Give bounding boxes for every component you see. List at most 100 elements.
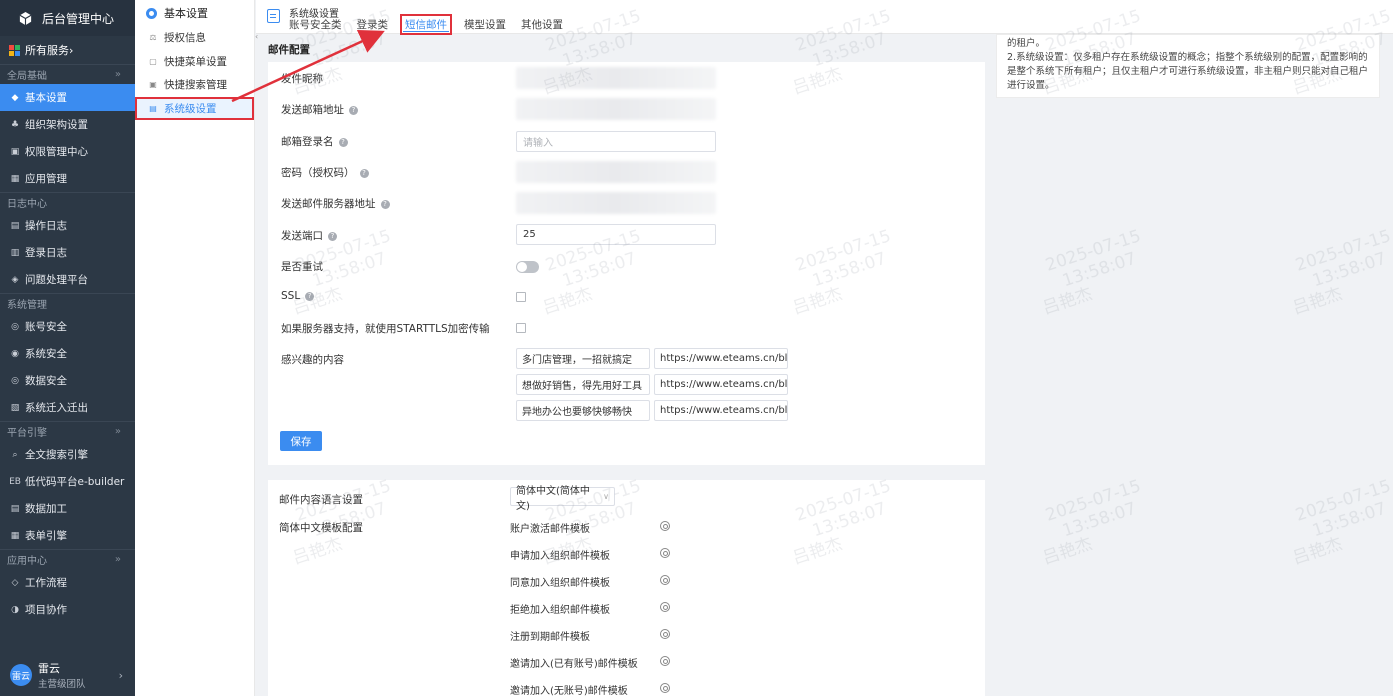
nickname-input-redacted[interactable] (516, 67, 716, 89)
language-setting-label: 邮件内容语言设置 (279, 494, 363, 506)
help-icon[interactable]: ? (305, 291, 315, 301)
help-icon[interactable]: ? (338, 137, 348, 147)
sidebar-item[interactable]: ▧ 系统迁入迁出 (0, 394, 135, 421)
watermark-date: 2025-07-15 (1043, 476, 1144, 526)
watermark-date: 2025-07-15 (1293, 226, 1393, 276)
interest-title-input[interactable]: 想做好销售，得先用好工具 (516, 374, 650, 395)
help-line: 的租户。 (1007, 38, 1046, 49)
help-icon[interactable]: ? (359, 168, 369, 178)
sidebar-item-label: 全文搜索引擎 (25, 449, 88, 461)
sidebar-item[interactable]: ◎ 账号安全 (0, 313, 135, 340)
help-icon[interactable]: ? (328, 231, 337, 241)
sidebar-item-label: 系统安全 (25, 348, 67, 360)
log-icon: ▤ (10, 220, 20, 231)
gear-icon[interactable] (660, 548, 670, 558)
language-select[interactable]: 简体中文(简体中文) ∨ (510, 486, 615, 512)
sidebar-item-label: 数据安全 (25, 375, 67, 387)
submenu-item[interactable]: ⚖ 授权信息 (135, 26, 254, 50)
sidebar-item[interactable]: ▤ 数据加工 (0, 495, 135, 522)
interest-title-input[interactable]: 多门店管理，一招就搞定 (516, 348, 650, 369)
sidebar-item[interactable]: ▥ 登录日志 (0, 239, 135, 266)
sidebar-item[interactable]: ◈ 问题处理平台 (0, 266, 135, 293)
from-address-input-redacted[interactable] (516, 98, 716, 120)
sidebar-item[interactable]: ◑ 项目协作 (0, 596, 135, 623)
all-services-menu[interactable]: 所有服务 › (0, 36, 135, 64)
ssl-checkbox[interactable] (516, 292, 526, 302)
retry-toggle[interactable] (516, 261, 539, 273)
sidebar-item-label: 系统迁入迁出 (25, 402, 88, 414)
gear-icon[interactable] (660, 629, 670, 639)
sidebar-section: 全局基础 » (0, 64, 135, 84)
gear-icon[interactable] (660, 656, 670, 666)
sidebar-item-label: 账号安全 (25, 321, 67, 333)
sidebar-item[interactable]: ▦ 表单引擎 (0, 522, 135, 549)
gear-icon[interactable] (660, 602, 670, 612)
interest-url-input[interactable]: https://www.eteams.cn/blog/4 (654, 374, 788, 395)
login-name-input[interactable]: 请输入 (516, 131, 716, 152)
license-icon: ⚖ (149, 33, 157, 43)
gear-icon[interactable] (660, 575, 670, 585)
chevron-right-icon: › (118, 668, 123, 682)
sidebar-item[interactable]: ◆ 基本设置 (0, 84, 135, 111)
gear-icon[interactable] (660, 521, 670, 531)
user-profile[interactable]: 雷云 雷云 主营级团队 › (0, 654, 135, 696)
data-shield-icon: ◎ (11, 375, 19, 386)
sidebar-item[interactable]: ▣ 权限管理中心 (0, 138, 135, 165)
help-description-card: 的租户。 2.系统级设置：仅多租户存在系统级设置的概念；指整个系统级别的配置，配… (996, 34, 1380, 98)
help-icon[interactable]: ? (349, 105, 358, 115)
sidebar-item[interactable]: ◎ 数据安全 (0, 367, 135, 394)
submenu-item[interactable]: ▣ 快捷搜索管理 (135, 73, 254, 97)
tab-item[interactable]: 模型设置 (464, 17, 506, 32)
app-header: 后台管理中心 (0, 0, 135, 36)
document-icon (267, 9, 280, 23)
tab-item[interactable]: 其他设置 (521, 17, 563, 32)
template-name: 账户激活邮件模板 (510, 524, 590, 535)
sidebar-item[interactable]: ◇ 工作流程 (0, 569, 135, 596)
gear-icon[interactable] (660, 683, 670, 693)
sidebar-item[interactable]: EB 低代码平台e-builder (0, 468, 135, 495)
tab-item[interactable]: 登录类 (357, 17, 389, 32)
help-icon[interactable]: ? (380, 199, 390, 209)
secondary-menu: 基本设置 ⚖ 授权信息 ▢ 快捷菜单设置 ▣ 快捷搜索管理 ▤ 系统级设置 (135, 0, 255, 696)
tab-item[interactable]: 短信邮件 (400, 14, 452, 35)
watermark-name: 吕艳杰 (1290, 533, 1345, 569)
sidebar-item[interactable]: ⌕ 全文搜索引擎 (0, 441, 135, 468)
language-select-value: 简体中文(简体中文) (516, 485, 590, 512)
watermark-name: 吕艳杰 (1290, 283, 1345, 319)
tab-item[interactable]: 账号安全类 (289, 17, 342, 32)
submenu-items: ⚖ 授权信息 ▢ 快捷菜单设置 ▣ 快捷搜索管理 ▤ 系统级设置 (135, 26, 254, 120)
sidebar-item-label: 权限管理中心 (25, 146, 88, 158)
interest-url-input[interactable]: https://www.eteams.cn/blog/4 (654, 348, 788, 369)
chevron-right-icon: › (69, 43, 74, 57)
submenu-item[interactable]: ▤ 系统级设置 (135, 96, 254, 120)
project-icon: ◑ (11, 604, 19, 615)
sidebar-item[interactable]: ▦ 应用管理 (0, 165, 135, 192)
sidebar-item-label: 数据加工 (25, 503, 67, 515)
search-icon: ⌕ (12, 449, 18, 460)
shortcut-search-icon: ▣ (149, 80, 157, 90)
sidebar-item[interactable]: ◉ 系统安全 (0, 340, 135, 367)
server-input-redacted[interactable] (516, 192, 716, 214)
watermark: 2025-07-1513:58:07吕艳杰 (1290, 476, 1393, 569)
port-input[interactable]: 25 (516, 224, 716, 245)
retry-label: 是否重试 (281, 261, 323, 273)
chevron-double-right-icon: » (114, 554, 121, 565)
user-name: 雷云 (38, 662, 60, 675)
account-shield-icon: ◎ (11, 321, 19, 332)
submenu-item[interactable]: ▢ 快捷菜单设置 (135, 50, 254, 74)
sidebar-item-label: 基本设置 (25, 92, 67, 104)
starttls-checkbox[interactable] (516, 323, 526, 333)
save-button[interactable]: 保存 (280, 431, 322, 451)
watermark-name: 吕艳杰 (1040, 533, 1095, 569)
password-input-redacted[interactable] (516, 161, 716, 183)
login-name-label: 邮箱登录名? (281, 134, 348, 149)
sidebar-item[interactable]: ♣ 组织架构设置 (0, 111, 135, 138)
shortcut-menu-icon: ▢ (149, 56, 157, 66)
watermark-date: 2025-07-15 (1043, 226, 1144, 276)
watermark-date: 2025-07-15 (1293, 476, 1393, 526)
interest-title-input[interactable]: 异地办公也要够快够畅快 (516, 400, 650, 421)
interest-url-input[interactable]: https://www.eteams.cn/blog/4 (654, 400, 788, 421)
sidebar-item-label: 表单引擎 (25, 530, 67, 542)
sidebar-item[interactable]: ▤ 操作日志 (0, 212, 135, 239)
sidebar-section: 应用中心 » (0, 549, 135, 569)
